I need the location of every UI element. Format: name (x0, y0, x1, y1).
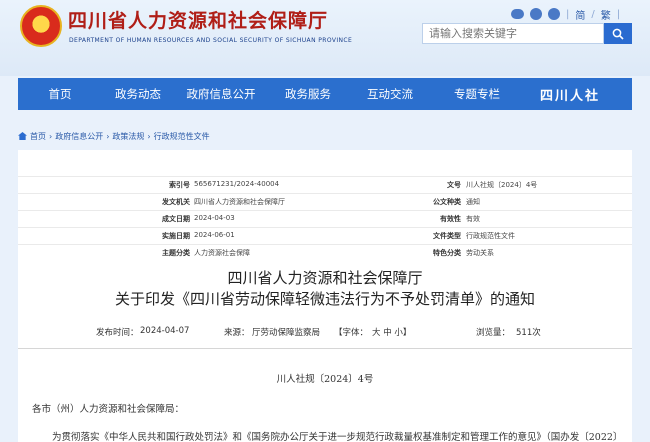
meta-key: 主题分类 (162, 249, 190, 257)
wechat-icon[interactable] (511, 9, 524, 19)
nav-item-info-disclosure[interactable]: 政府信息公开 (174, 78, 268, 110)
meta-value: 四川省人力资源和社会保障厅 (194, 198, 285, 206)
meta-key: 成文日期 (162, 215, 190, 223)
body-paragraph: 为贯彻落实《中华人民共和国行政处罚法》和《国务院办公厅关于进一步规范行政裁量权基… (52, 432, 623, 442)
pub-date-label: 发布时间： (96, 328, 139, 338)
home-icon (18, 132, 27, 140)
views-label: 浏览量： (476, 328, 511, 338)
meta-value: 川人社规〔2024〕4号 (466, 181, 538, 189)
font-size-options[interactable]: 大 中 小】 (372, 326, 411, 338)
site-title: 四川省人力资源和社会保障厅 (68, 10, 329, 32)
article-panel: 索引号 565671231/2024-40004 文号 川人社规〔2024〕4号… (18, 150, 632, 442)
divider (18, 348, 632, 349)
meta-row: 发文机关 四川省人力资源和社会保障厅 公文种类 通知 (18, 193, 632, 210)
site-header: 四川省人力资源和社会保障厅 DEPARTMENT OF HUMAN RESOUR… (0, 0, 650, 76)
source: 厅劳动保障监察局 (252, 328, 321, 338)
document-number: 川人社规〔2024〕4号 (276, 374, 374, 385)
meta-value: 2024-06-01 (194, 231, 235, 239)
nav-item-services[interactable]: 政务服务 (268, 78, 348, 110)
meta-value: 劳动关系 (466, 249, 494, 257)
meta-key: 文号 (447, 181, 461, 189)
font-size-label: 【字体： (334, 328, 369, 338)
meta-row: 主题分类 人力资源社会保障 特色分类 劳动关系 (18, 244, 632, 261)
meta-row: 实施日期 2024-06-01 文件类型 行政规范性文件 (18, 227, 632, 244)
site-subtitle: DEPARTMENT OF HUMAN RESOURCES AND SOCIAL… (69, 37, 353, 44)
meta-key: 公文种类 (433, 198, 461, 206)
accessibility-icon[interactable] (548, 8, 560, 20)
source-label: 来源： (224, 328, 250, 338)
search-button[interactable] (604, 23, 632, 44)
top-links: | 简 / 繁 | (511, 6, 620, 22)
meta-value: 行政规范性文件 (466, 232, 515, 240)
weibo-icon[interactable] (530, 8, 542, 20)
meta-key: 实施日期 (162, 232, 190, 240)
nav-item-topics[interactable]: 专题专栏 (432, 78, 522, 110)
nav-item-interaction[interactable]: 互动交流 (348, 78, 432, 110)
traditional-link[interactable]: 繁 (601, 7, 611, 22)
meta-value: 565671231/2024-40004 (194, 180, 280, 188)
breadcrumb: 首页 › 政府信息公开 › 政策法规 › 行政规范性文件 (18, 129, 210, 143)
document-title: 四川省人力资源和社会保障厅 关于印发《四川省劳动保障轻微违法行为不予处罚清单》的… (18, 268, 632, 310)
meta-value: 2024-04-03 (194, 214, 235, 222)
sichuan-renshe-logo[interactable]: 四川人社 (540, 85, 600, 104)
meta-value: 有效 (466, 215, 480, 223)
meta-key: 有效性 (440, 215, 461, 223)
meta-row: 索引号 565671231/2024-40004 文号 川人社规〔2024〕4号 (18, 176, 632, 193)
meta-key: 文件类型 (433, 232, 461, 240)
publish-info-bar: 发布时间： 2024-04-07 来源： 厅劳动保障监察局 【字体： 大 中 小… (36, 322, 614, 342)
greeting: 各市（州）人力资源和社会保障局： (32, 404, 185, 415)
national-emblem-icon (20, 5, 62, 47)
document-title-line2: 关于印发《四川省劳动保障轻微违法行为不予处罚清单》的通知 (114, 290, 535, 308)
nav-item-home[interactable]: 首页 (18, 78, 102, 110)
views-count: 511次 (516, 328, 541, 338)
nav-item-news[interactable]: 政务动态 (102, 78, 174, 110)
meta-row: 成文日期 2024-04-03 有效性 有效 (18, 210, 632, 227)
meta-key: 索引号 (169, 181, 190, 189)
document-title-line1: 四川省人力资源和社会保障厅 (227, 269, 423, 287)
breadcrumb-policy[interactable]: 政策法规 (112, 131, 144, 142)
breadcrumb-info-disclosure[interactable]: 政府信息公开 (55, 131, 103, 142)
simplified-link[interactable]: 简 (575, 7, 585, 22)
meta-key: 发文机关 (162, 198, 190, 206)
breadcrumb-home[interactable]: 首页 (30, 131, 46, 142)
meta-key: 特色分类 (433, 249, 461, 257)
meta-value: 通知 (466, 198, 480, 206)
pub-date: 2024-04-07 (140, 326, 190, 336)
meta-value: 人力资源社会保障 (194, 249, 250, 257)
search-input[interactable] (422, 23, 604, 44)
document-meta-table: 索引号 565671231/2024-40004 文号 川人社规〔2024〕4号… (18, 176, 632, 261)
main-nav: 首页 政务动态 政府信息公开 政务服务 互动交流 专题专栏 四川人社 (18, 78, 632, 110)
breadcrumb-normative-docs[interactable]: 行政规范性文件 (154, 131, 210, 142)
search-icon (612, 28, 624, 40)
